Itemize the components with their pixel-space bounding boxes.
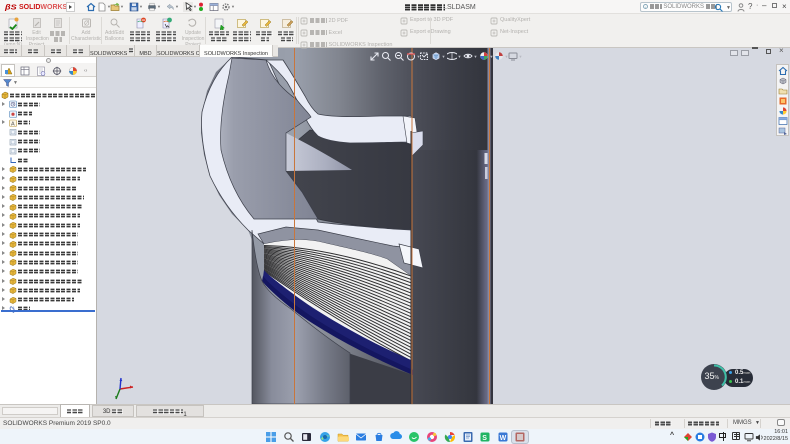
svg-text:S: S (482, 435, 487, 442)
svg-text:A: A (11, 121, 15, 127)
svg-text:W: W (500, 435, 507, 442)
svg-text:Ø: Ø (84, 21, 90, 28)
